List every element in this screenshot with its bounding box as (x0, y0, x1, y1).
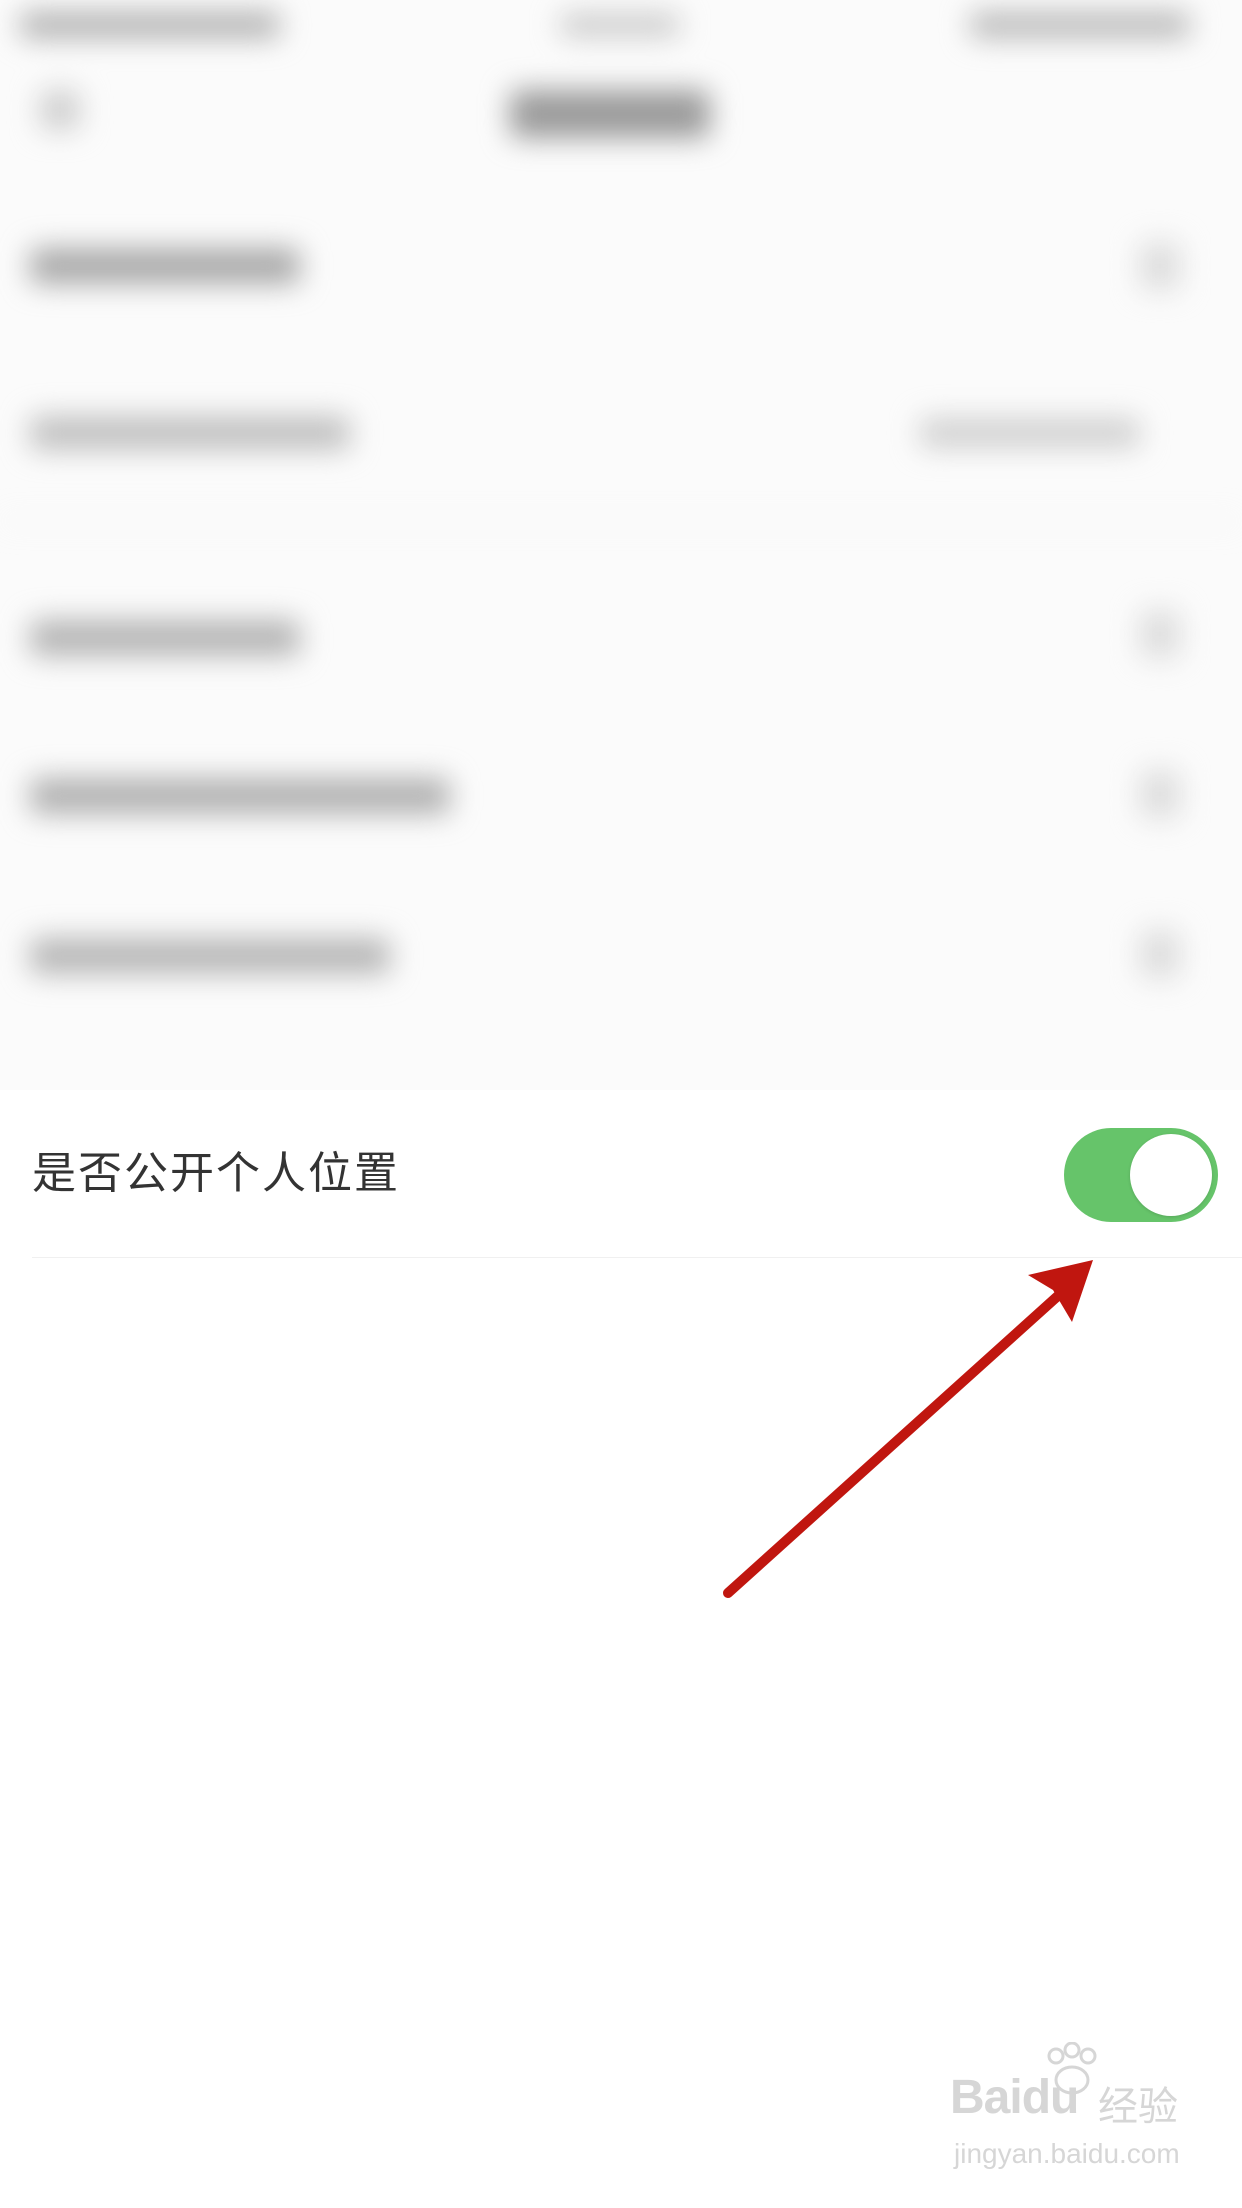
baidu-paw-icon (1042, 2041, 1102, 2112)
watermark-url: jingyan.baidu.com (954, 2138, 1180, 2169)
watermark-product: 经验 (1098, 2084, 1178, 2130)
public-location-row: 是否公开个人位置 (0, 1090, 1242, 1258)
public-location-toggle[interactable] (1064, 1128, 1218, 1222)
blurred-settings-area (0, 0, 1242, 1090)
public-location-label: 是否公开个人位置 (32, 1148, 400, 1199)
row-divider (32, 1257, 1242, 1258)
baidu-jingyan-watermark: Baidu 经验 jingyan.baidu.com (950, 2041, 1200, 2180)
toggle-knob[interactable] (1130, 1134, 1212, 1216)
